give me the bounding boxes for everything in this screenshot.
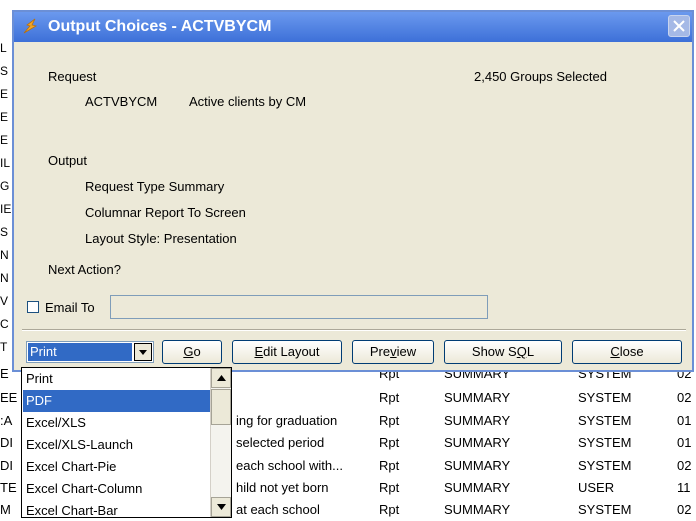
row-desc: each school with... <box>236 458 343 473</box>
row-id: DI <box>0 458 13 473</box>
show-sql-button[interactable]: Show SQL <box>444 340 562 364</box>
next-action-label: Next Action? <box>48 262 121 277</box>
row-id: DI <box>0 435 13 450</box>
go-button[interactable]: Go <box>162 340 222 364</box>
scroll-down-button[interactable] <box>211 497 231 517</box>
row-num: 02 <box>677 390 692 405</box>
option-excel-chart-bar[interactable]: Excel Chart-Bar <box>23 500 210 517</box>
email-to-field[interactable] <box>110 295 488 319</box>
request-description: Active clients by CM <box>189 94 307 109</box>
option-excel-chart-column[interactable]: Excel Chart-Column <box>23 478 210 500</box>
row-owner: SYSTEM <box>578 413 632 428</box>
dialog-title-bar[interactable]: Output Choices - ACTVBYCM <box>14 12 692 42</box>
request-label: Request <box>48 69 97 84</box>
row-num: 01 <box>677 413 692 428</box>
request-code: ACTVBYCM <box>85 94 158 109</box>
output-line: Request Type Summary <box>85 179 225 194</box>
row-owner: SYSTEM <box>578 502 632 517</box>
email-to-label: Email To <box>45 300 95 315</box>
row-desc: hild not yet born <box>236 480 329 495</box>
next-action-select[interactable]: Print <box>26 341 154 363</box>
next-action-options-list[interactable]: Print PDF Excel/XLS Excel/XLS-Launch Exc… <box>21 367 232 518</box>
row-type: Rpt <box>379 390 400 405</box>
go-button-mnemonic: G <box>183 344 194 359</box>
row-owner: SYSTEM <box>578 458 632 473</box>
row-id: M <box>0 502 11 517</box>
option-excel-xls[interactable]: Excel/XLS <box>23 412 210 434</box>
close-mnemonic: C <box>610 344 620 359</box>
close-window-button[interactable] <box>668 15 690 37</box>
row-category: SUMMARY <box>444 502 511 517</box>
output-line: Layout Style: Presentation <box>85 231 237 246</box>
dropdown-arrow-button[interactable] <box>134 343 152 361</box>
row-category: SUMMARY <box>444 458 511 473</box>
show-sql-mnemonic: Q <box>516 344 527 359</box>
row-type: Rpt <box>379 413 400 428</box>
row-id: TE <box>0 480 17 495</box>
preview-label-rest: iew <box>396 344 417 359</box>
row-desc: at each school <box>236 502 320 517</box>
row-num: 01 <box>677 435 692 450</box>
edit-layout-mnemonic: E <box>254 344 264 359</box>
preview-button[interactable]: Preview <box>352 340 434 364</box>
edit-layout-label: dit Layout <box>263 344 320 359</box>
close-label: lose <box>619 344 644 359</box>
row-num: 02 <box>677 502 692 517</box>
preview-label-pre: Pre <box>369 344 391 359</box>
row-category: SUMMARY <box>444 390 511 405</box>
row-type: Rpt <box>379 435 400 450</box>
row-type: Rpt <box>379 458 400 473</box>
option-excel-xls-launch[interactable]: Excel/XLS-Launch <box>23 434 210 456</box>
row-owner: USER <box>578 480 615 495</box>
output-line: Columnar Report To Screen <box>85 205 246 220</box>
show-sql-label-rest: L <box>526 344 535 359</box>
option-excel-chart-pie[interactable]: Excel Chart-Pie <box>23 456 210 478</box>
row-category: SUMMARY <box>444 435 511 450</box>
row-id: :A <box>0 413 13 428</box>
option-pdf[interactable]: PDF <box>23 390 210 412</box>
groups-selected-count: 2,450 Groups Selected <box>474 69 607 84</box>
next-action-selected-value: Print <box>28 343 132 361</box>
output-choices-dialog: Output Choices - ACTVBYCM Request ACTVBY… <box>12 10 694 372</box>
option-print[interactable]: Print <box>23 368 210 390</box>
row-desc: selected period <box>236 435 325 450</box>
dialog-title: Output Choices - ACTVBYCM <box>48 18 272 35</box>
row-num: 02 <box>677 458 692 473</box>
row-desc: ing for graduation <box>236 413 338 428</box>
app-icon <box>22 17 40 35</box>
row-category: SUMMARY <box>444 413 511 428</box>
output-label: Output <box>48 153 88 168</box>
edit-layout-button[interactable]: Edit Layout <box>232 340 342 364</box>
show-sql-label-pre: Show S <box>471 344 517 359</box>
scroll-up-button[interactable] <box>211 368 231 388</box>
close-button[interactable]: Close <box>572 340 682 364</box>
scroll-thumb[interactable] <box>211 389 231 425</box>
row-id: EE <box>0 390 18 405</box>
options-scrollbar[interactable] <box>210 368 231 517</box>
row-type: Rpt <box>379 480 400 495</box>
go-button-label: o <box>193 344 201 359</box>
email-to-checkbox[interactable] <box>27 301 39 313</box>
row-category: SUMMARY <box>444 480 511 495</box>
row-owner: SYSTEM <box>578 390 632 405</box>
row-owner: SYSTEM <box>578 435 632 450</box>
row-type: Rpt <box>379 502 400 517</box>
row-num: 11 <box>677 480 691 495</box>
separator <box>22 329 686 331</box>
